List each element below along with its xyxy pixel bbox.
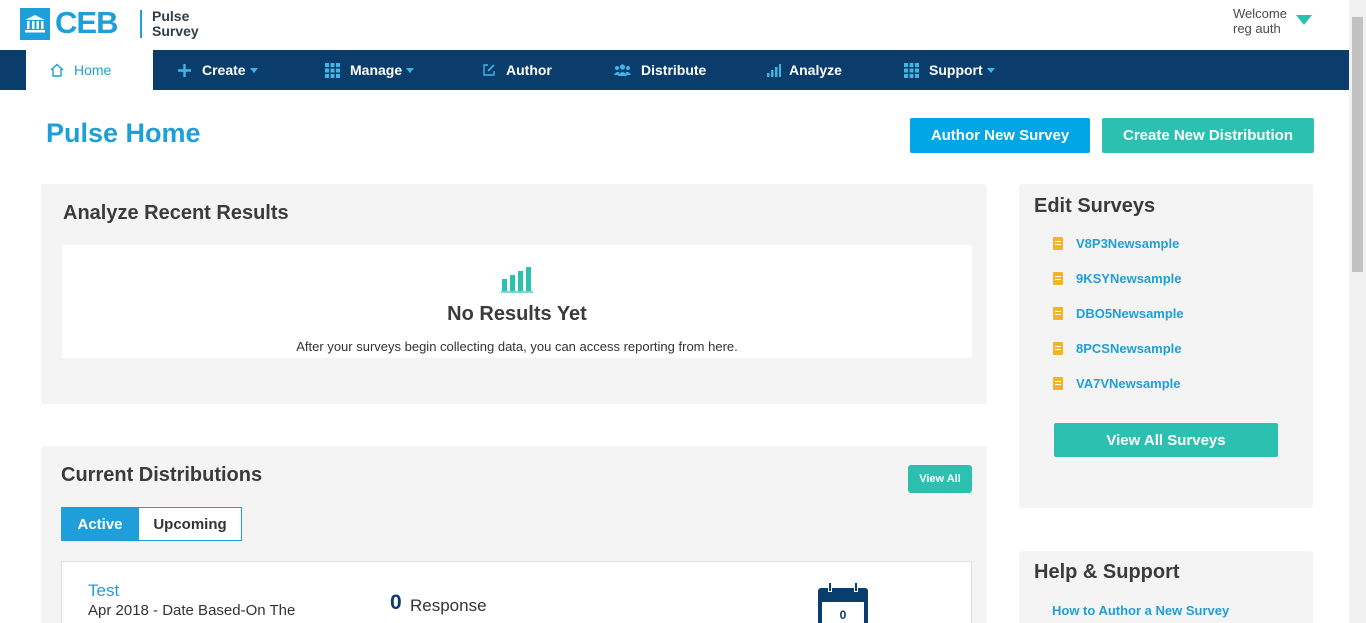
response-label: Response (410, 596, 487, 615)
nav-support[interactable]: Support (904, 50, 995, 90)
survey-link[interactable]: 9KSYNewsample (1053, 271, 1182, 286)
calendar-value: 0 (839, 608, 847, 622)
view-all-surveys-button[interactable]: View All Surveys (1054, 423, 1278, 457)
help-link-author-survey[interactable]: How to Author a New Survey (1052, 603, 1229, 618)
survey-link-label: VA7VNewsample (1076, 376, 1181, 391)
user-menu[interactable]: Welcome reg auth (1233, 6, 1287, 36)
user-name: reg auth (1233, 21, 1281, 36)
author-new-survey-button[interactable]: Author New Survey (910, 118, 1090, 153)
nav-manage[interactable]: Manage (325, 50, 415, 90)
product-name-line2: Survey (152, 23, 199, 39)
distribution-card[interactable]: Test Apr 2018 - Date Based-On The 0 Resp… (61, 561, 972, 623)
survey-link[interactable]: DBO5Newsample (1053, 306, 1184, 321)
survey-link-label: 8PCSNewsample (1076, 341, 1182, 356)
nav-home[interactable]: Home (26, 50, 153, 90)
document-icon (1053, 272, 1063, 285)
nav-home-label: Home (74, 62, 112, 78)
distribution-name[interactable]: Test (88, 581, 119, 601)
chevron-down-icon (249, 67, 258, 73)
main-nav: Home Create Manage Author Distribute Ana… (0, 50, 1349, 90)
user-menu-caret-icon[interactable] (1296, 15, 1312, 25)
page-title: Pulse Home (46, 118, 201, 148)
plus-icon (177, 63, 192, 78)
survey-link-label: V8P3Newsample (1076, 236, 1180, 251)
analyze-recent-results-panel: Analyze Recent Results No Results Yet Af… (41, 184, 987, 404)
nav-support-label: Support (929, 62, 983, 78)
chevron-down-icon (986, 67, 995, 73)
no-results-title: No Results Yet (447, 303, 587, 325)
ceb-logo-icon[interactable] (20, 8, 50, 40)
create-new-distribution-button[interactable]: Create New Distribution (1102, 118, 1314, 153)
bar-chart-icon (767, 63, 781, 77)
chevron-down-icon (406, 67, 415, 73)
view-all-distributions-button[interactable]: View All (908, 465, 972, 493)
nav-distribute-label: Distribute (641, 62, 707, 78)
current-distributions-panel: Current Distributions View All Active Up… (41, 446, 987, 623)
survey-link-label: DBO5Newsample (1076, 306, 1184, 321)
logo-divider (140, 10, 142, 38)
help-support-title: Help & Support (1034, 561, 1180, 583)
scrollbar-thumb[interactable] (1352, 17, 1363, 272)
brand-name[interactable]: CEB (55, 5, 118, 41)
response-count: 0 (390, 591, 402, 614)
edit-surveys-title: Edit Surveys (1034, 195, 1156, 217)
document-icon (1053, 237, 1063, 250)
nav-author[interactable]: Author (482, 50, 552, 90)
document-icon (1053, 342, 1063, 355)
users-icon (614, 63, 631, 77)
distribution-subtitle: Apr 2018 - Date Based-On The (88, 602, 296, 619)
top-header: CEB Pulse Survey Welcome reg auth (0, 0, 1349, 50)
product-name-line1: Pulse (152, 8, 190, 24)
tab-upcoming[interactable]: Upcoming (138, 507, 242, 541)
no-results-card: No Results Yet After your surveys begin … (62, 245, 972, 358)
edit-icon (482, 63, 496, 77)
nav-analyze-label: Analyze (789, 62, 842, 78)
bar-chart-icon (501, 265, 533, 298)
nav-distribute[interactable]: Distribute (614, 50, 706, 90)
distributions-panel-title: Current Distributions (61, 464, 263, 486)
analyze-panel-title: Analyze Recent Results (63, 202, 289, 224)
nav-create-label: Create (202, 62, 246, 78)
survey-link-label: 9KSYNewsample (1076, 271, 1182, 286)
home-icon (50, 63, 64, 77)
help-support-panel: Help & Support How to Author a New Surve… (1019, 551, 1313, 623)
survey-link[interactable]: 8PCSNewsample (1053, 341, 1182, 356)
no-results-text: After your surveys begin collecting data… (296, 339, 738, 354)
grid-icon (325, 62, 340, 78)
survey-link[interactable]: VA7VNewsample (1053, 376, 1181, 391)
calendar-icon: 0 (818, 582, 868, 623)
tab-active[interactable]: Active (61, 507, 139, 541)
nav-author-label: Author (506, 62, 552, 78)
nav-analyze[interactable]: Analyze (767, 50, 842, 90)
product-name: Pulse Survey (152, 9, 199, 39)
welcome-text: Welcome (1233, 6, 1287, 21)
document-icon (1053, 377, 1063, 390)
nav-manage-label: Manage (350, 62, 403, 78)
document-icon (1053, 307, 1063, 320)
grid-icon (904, 62, 919, 78)
survey-link[interactable]: V8P3Newsample (1053, 236, 1179, 251)
nav-create[interactable]: Create (177, 50, 258, 90)
